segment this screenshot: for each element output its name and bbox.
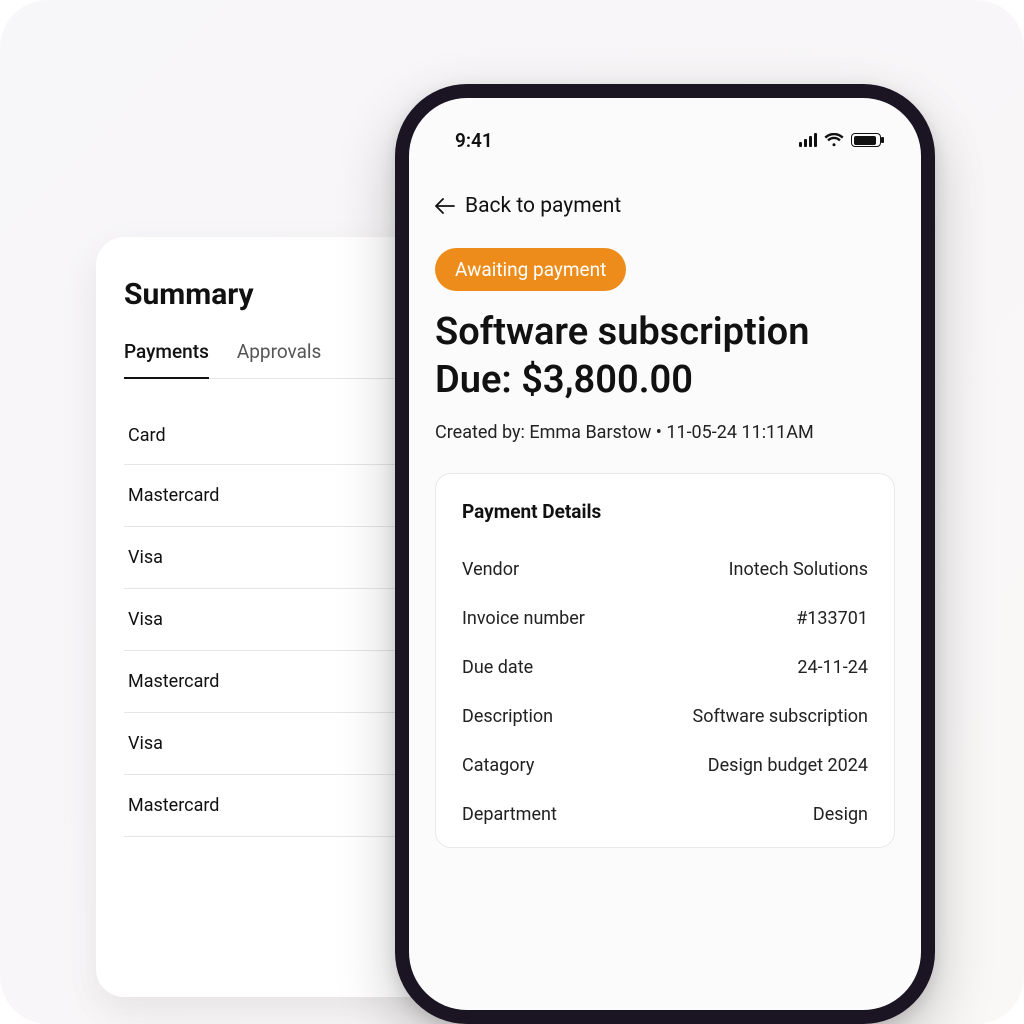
- detail-label: Invoice number: [462, 608, 585, 629]
- summary-card: Summary Payments Approvals Card Masterca…: [96, 237, 436, 997]
- page-title: Software subscription: [435, 309, 895, 357]
- detail-value: #133701: [796, 608, 868, 629]
- detail-label: Catagory: [462, 755, 534, 776]
- summary-tabs: Payments Approvals: [124, 340, 408, 379]
- detail-label: Department: [462, 804, 557, 825]
- tab-approvals[interactable]: Approvals: [237, 340, 322, 378]
- detail-label: Due date: [462, 657, 533, 678]
- payment-details-heading: Payment Details: [462, 500, 868, 523]
- summary-title: Summary: [124, 277, 408, 312]
- tab-payments[interactable]: Payments: [124, 340, 209, 379]
- due-prefix: Due:: [435, 358, 521, 402]
- stage: Summary Payments Approvals Card Masterca…: [0, 0, 1024, 1024]
- detail-row-department: Department Design: [462, 790, 868, 839]
- status-bar: 9:41: [435, 98, 895, 158]
- detail-value: 24-11-24: [797, 657, 868, 678]
- detail-row-category: Catagory Design budget 2024: [462, 741, 868, 790]
- table-row[interactable]: Mastercard: [124, 651, 408, 713]
- status-icons: [799, 133, 881, 147]
- detail-row-description: Description Software subscription: [462, 692, 868, 741]
- detail-value: Design: [813, 804, 868, 825]
- back-to-payment-label: Back to payment: [465, 194, 621, 218]
- arrow-left-icon: [435, 198, 455, 214]
- detail-label: Vendor: [462, 559, 519, 580]
- phone-frame: 9:41: [395, 84, 935, 1024]
- table-row[interactable]: Mastercard: [124, 775, 408, 837]
- detail-value: Inotech Solutions: [729, 559, 868, 580]
- table-row[interactable]: Visa: [124, 589, 408, 651]
- due-amount-line: Due: $3,800.00: [435, 357, 895, 405]
- status-badge: Awaiting payment: [435, 248, 626, 291]
- table-row[interactable]: Visa: [124, 713, 408, 775]
- due-amount: $3,800.00: [521, 358, 693, 402]
- wifi-icon: [824, 133, 844, 147]
- back-to-payment-link[interactable]: Back to payment: [435, 194, 895, 218]
- status-time: 9:41: [455, 129, 493, 152]
- signal-icon: [799, 133, 817, 147]
- detail-row-vendor: Vendor Inotech Solutions: [462, 545, 868, 594]
- detail-row-due-date: Due date 24-11-24: [462, 643, 868, 692]
- detail-value: Design budget 2024: [708, 755, 868, 776]
- detail-value: Software subscription: [693, 706, 868, 727]
- detail-row-invoice-number: Invoice number #133701: [462, 594, 868, 643]
- phone-screen: 9:41: [409, 98, 921, 1010]
- detail-label: Description: [462, 706, 553, 727]
- summary-column-header: Card: [124, 425, 408, 465]
- table-row[interactable]: Mastercard: [124, 465, 408, 527]
- payment-details-card: Payment Details Vendor Inotech Solutions…: [435, 473, 895, 848]
- meta-line: Created by: Emma Barstow • 11-05-24 11:1…: [435, 422, 895, 443]
- battery-icon: [851, 133, 881, 147]
- table-row[interactable]: Visa: [124, 527, 408, 589]
